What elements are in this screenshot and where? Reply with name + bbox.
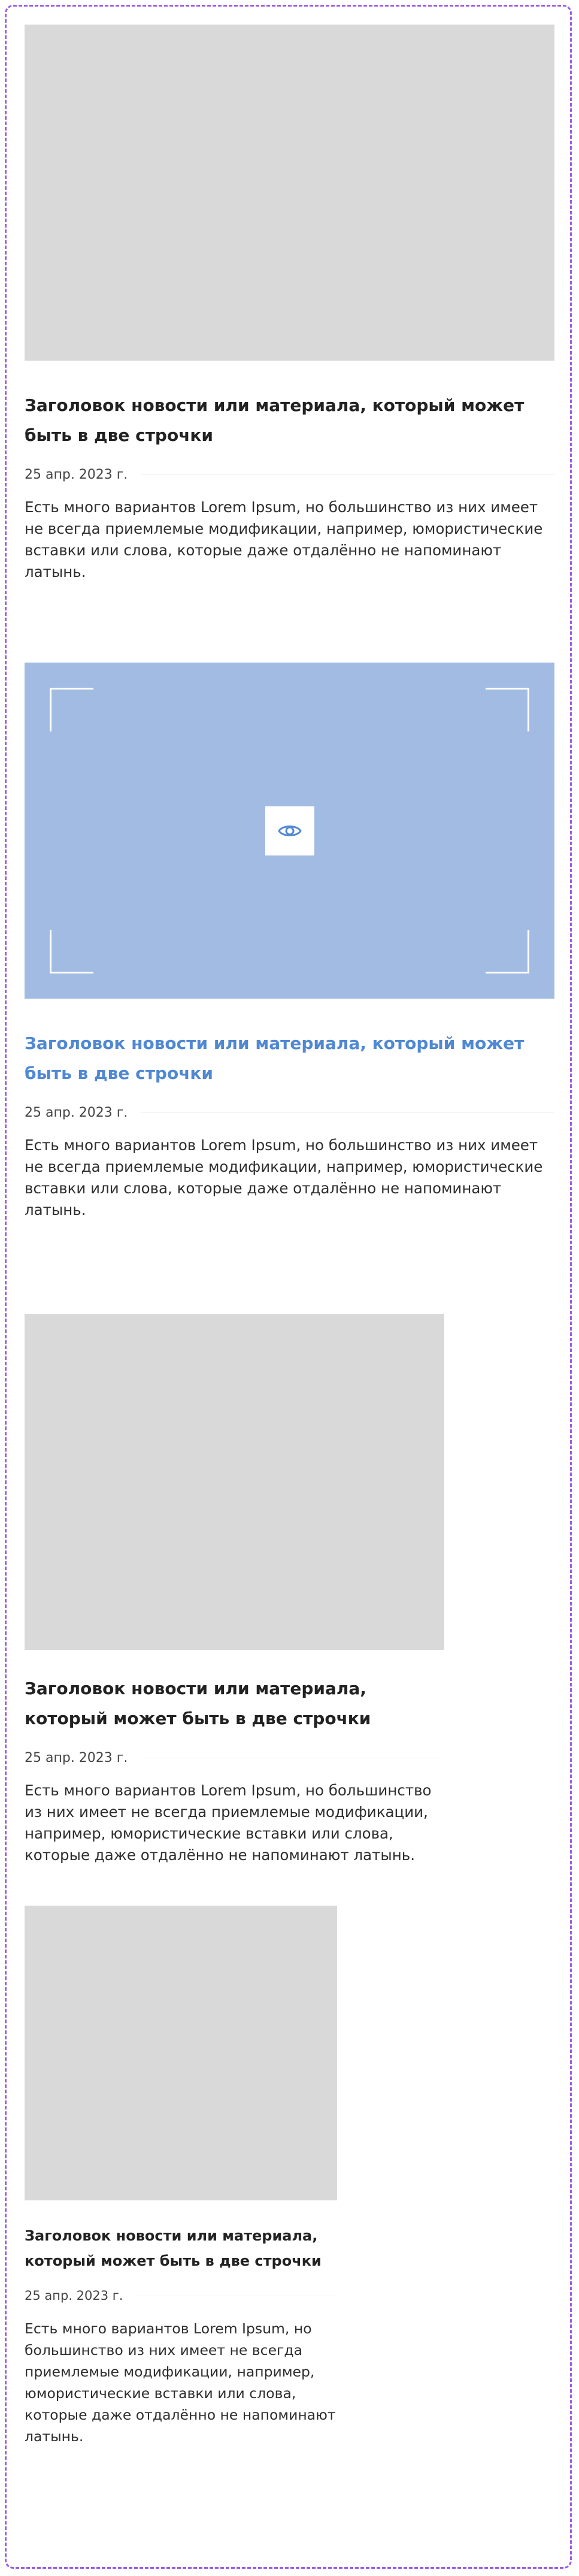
news-card-image[interactable] (25, 1314, 444, 1650)
news-card-excerpt: Есть много вариантов Lorem Ipsum, но бол… (25, 2320, 336, 2445)
news-card[interactable]: Заголовок новости или материала, который… (25, 1906, 337, 2447)
view-button[interactable] (265, 806, 314, 855)
news-card-meta: 25 апр. 2023 г. (25, 465, 554, 483)
news-card-date: 25 апр. 2023 г. (25, 2288, 123, 2303)
frame-corner-bottom-left (50, 930, 93, 973)
news-card-image[interactable] (25, 25, 554, 361)
news-card-excerpt: Есть много вариантов Lorem Ipsum, но бол… (25, 1136, 543, 1219)
news-card-meta: 25 апр. 2023 г. (25, 1749, 444, 1767)
news-card-image-hover[interactable] (25, 663, 554, 999)
divider (141, 474, 554, 475)
frame-corner-top-left (50, 688, 93, 731)
news-card-excerpt: Есть много вариантов Lorem Ipsum, но бол… (25, 1782, 432, 1864)
news-card-date: 25 апр. 2023 г. (25, 1105, 128, 1120)
news-card-date: 25 апр. 2023 г. (25, 467, 128, 482)
news-card-excerpt: Есть много вариантов Lorem Ipsum, но бол… (25, 498, 543, 580)
news-card[interactable]: Заголовок новости или материала, который… (25, 1314, 444, 1866)
news-card-title[interactable]: Заголовок новости или материала, который… (25, 2223, 337, 2273)
frame-corner-top-right (486, 688, 529, 731)
frame-corner-bottom-right (486, 930, 529, 973)
news-card-date: 25 апр. 2023 г. (25, 1750, 128, 1765)
news-card-meta: 25 апр. 2023 г. (25, 1103, 554, 1121)
news-card-title[interactable]: Заголовок новости или материала, который… (25, 1674, 444, 1734)
news-card[interactable]: Заголовок новости или материала, который… (25, 25, 554, 583)
news-card-hover[interactable]: Заголовок новости или материала, который… (25, 663, 554, 1221)
news-card-title[interactable]: Заголовок новости или материала, который… (25, 1029, 554, 1089)
news-card-meta: 25 апр. 2023 г. (25, 2287, 337, 2305)
news-card-image[interactable] (25, 1906, 337, 2200)
news-card-title[interactable]: Заголовок новости или материала, который… (25, 391, 554, 451)
divider (141, 1112, 554, 1113)
eye-icon (278, 825, 301, 836)
